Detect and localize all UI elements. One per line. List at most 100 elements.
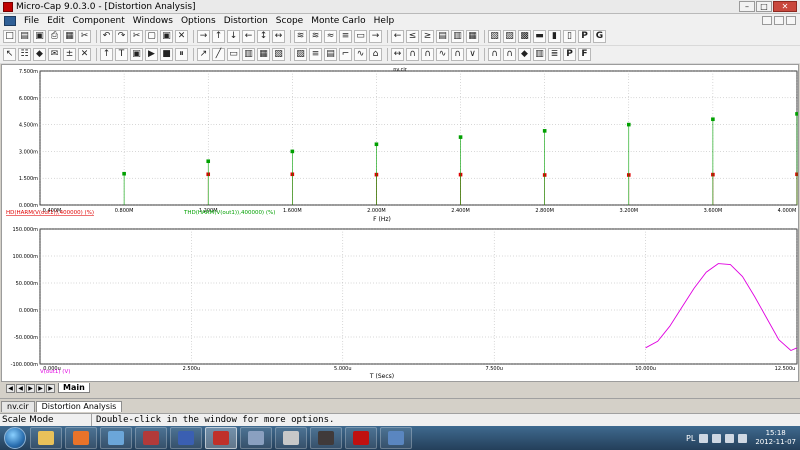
- analysis-toolbar-tool-icon[interactable]: ▣: [130, 48, 143, 61]
- main-toolbar-letter-button[interactable]: G: [593, 30, 606, 43]
- main-toolbar-tool-icon[interactable]: ↓: [227, 30, 240, 43]
- taskbar-app-floppy[interactable]: [170, 427, 202, 449]
- analysis-toolbar-tool-icon[interactable]: ▥: [242, 48, 255, 61]
- analysis-toolbar-tool-icon[interactable]: ≣: [548, 48, 561, 61]
- taskbar-app-network[interactable]: [100, 427, 132, 449]
- doc-tab-nv-cir[interactable]: nv.cir: [1, 401, 35, 412]
- analysis-toolbar-letter-button[interactable]: F: [578, 48, 591, 61]
- analysis-toolbar-tool-icon[interactable]: ±: [63, 48, 76, 61]
- main-toolbar-tool-icon[interactable]: ↔: [272, 30, 285, 43]
- title-bar[interactable]: Micro-Cap 9.0.3.0 - [Distortion Analysis…: [0, 0, 800, 14]
- analysis-toolbar-tool-icon[interactable]: ■: [160, 48, 173, 61]
- main-toolbar-tool-icon[interactable]: ≤: [406, 30, 419, 43]
- main-toolbar-tool-icon[interactable]: ▭: [354, 30, 367, 43]
- menu-help[interactable]: Help: [370, 16, 399, 26]
- main-toolbar-tool-icon[interactable]: ✕: [175, 30, 188, 43]
- tray-volume-icon[interactable]: [738, 433, 748, 443]
- document-icon[interactable]: [4, 16, 16, 26]
- analysis-toolbar-tool-icon[interactable]: ✕: [78, 48, 91, 61]
- analysis-toolbar-tool-icon[interactable]: ✉: [48, 48, 61, 61]
- data-point[interactable]: [711, 117, 715, 122]
- analysis-toolbar-tool-icon[interactable]: ↖: [3, 48, 16, 61]
- menu-file[interactable]: File: [20, 16, 43, 26]
- analysis-toolbar-tool-icon[interactable]: ▧: [272, 48, 285, 61]
- main-toolbar-tool-icon[interactable]: ↑: [212, 30, 225, 43]
- main-toolbar-tool-icon[interactable]: ▬: [533, 30, 546, 43]
- main-toolbar-tool-icon[interactable]: ▤: [18, 30, 31, 43]
- main-toolbar-tool-icon[interactable]: ⎙: [48, 30, 61, 43]
- next-page-button[interactable]: ▶: [26, 383, 35, 393]
- analysis-toolbar-tool-icon[interactable]: ∩: [488, 48, 501, 61]
- analysis-toolbar-letter-button[interactable]: P: [563, 48, 576, 61]
- analysis-toolbar-tool-icon[interactable]: ∩: [406, 48, 419, 61]
- analysis-toolbar-tool-icon[interactable]: ⌂: [369, 48, 382, 61]
- previous-page-button[interactable]: ◀: [16, 383, 25, 393]
- main-toolbar-tool-icon[interactable]: ≋: [309, 30, 322, 43]
- analysis-toolbar-tool-icon[interactable]: T: [115, 48, 128, 61]
- taskbar-app-window[interactable]: [380, 427, 412, 449]
- analysis-toolbar-tool-icon[interactable]: ╱: [212, 48, 225, 61]
- analysis-toolbar-tool-icon[interactable]: ↗: [197, 48, 210, 61]
- main-toolbar-tool-icon[interactable]: ▧: [488, 30, 501, 43]
- minimize-button[interactable]: –: [739, 1, 755, 12]
- menu-component[interactable]: Component: [69, 16, 129, 26]
- main-toolbar-tool-icon[interactable]: ✂: [130, 30, 143, 43]
- microcap-app-icon[interactable]: [3, 1, 13, 12]
- main-toolbar-tool-icon[interactable]: ▨: [503, 30, 516, 43]
- data-point[interactable]: [542, 129, 547, 133]
- main-toolbar-tool-icon[interactable]: ✂: [78, 30, 91, 43]
- taskbar-app-book[interactable]: [310, 427, 342, 449]
- main-toolbar-tool-icon[interactable]: ↶: [100, 30, 113, 43]
- main-toolbar-tool-icon[interactable]: ←: [242, 30, 255, 43]
- menu-options[interactable]: Options: [177, 16, 220, 26]
- taskbar-app-folder[interactable]: [30, 427, 62, 449]
- menu-monte-carlo[interactable]: Monte Carlo: [307, 16, 369, 26]
- data-point[interactable]: [290, 149, 295, 154]
- main-toolbar-tool-icon[interactable]: ←: [391, 30, 404, 43]
- data-point[interactable]: [374, 142, 379, 147]
- start-button[interactable]: [4, 427, 26, 449]
- main-toolbar-tool-icon[interactable]: ▣: [33, 30, 46, 43]
- document-close-button[interactable]: [786, 16, 796, 25]
- page-tab-main[interactable]: Main: [58, 383, 90, 393]
- analysis-toolbar-tool-icon[interactable]: ◆: [518, 48, 531, 61]
- main-toolbar-tool-icon[interactable]: ▩: [518, 30, 531, 43]
- main-toolbar-tool-icon[interactable]: →: [369, 30, 382, 43]
- tray-flag-icon[interactable]: [712, 433, 722, 443]
- main-toolbar-tool-icon[interactable]: ▣: [160, 30, 173, 43]
- menu-windows[interactable]: Windows: [129, 16, 177, 26]
- analysis-toolbar-tool-icon[interactable]: ∿: [354, 48, 367, 61]
- distortion-plots[interactable]: nv.cir 7.500m6.000m4.500m3.000m1.500m0.0…: [2, 65, 799, 381]
- analysis-toolbar-tool-icon[interactable]: ∩: [503, 48, 516, 61]
- analysis-toolbar-tool-icon[interactable]: ▨: [294, 48, 307, 61]
- analysis-toolbar-tool-icon[interactable]: ↔: [391, 48, 404, 61]
- main-toolbar-tool-icon[interactable]: ▮: [548, 30, 561, 43]
- main-toolbar-tool-icon[interactable]: ▢: [145, 30, 158, 43]
- clock[interactable]: 15:18 2012-11-07: [755, 429, 796, 447]
- document-minimize-button[interactable]: [762, 16, 772, 25]
- main-toolbar-tool-icon[interactable]: ↕: [257, 30, 270, 43]
- taskbar-app-archive[interactable]: [135, 427, 167, 449]
- analysis-toolbar-tool-icon[interactable]: ▤: [324, 48, 337, 61]
- analysis-toolbar-tool-icon[interactable]: ▦: [257, 48, 270, 61]
- analysis-toolbar-tool-icon[interactable]: ∩: [421, 48, 434, 61]
- main-toolbar-tool-icon[interactable]: ▯: [563, 30, 576, 43]
- end-page-button[interactable]: ▶: [46, 383, 55, 393]
- legend-vout1[interactable]: V(out1) (V): [40, 369, 70, 375]
- main-toolbar-letter-button[interactable]: P: [578, 30, 591, 43]
- analysis-toolbar-tool-icon[interactable]: ▭: [227, 48, 240, 61]
- main-toolbar-tool-icon[interactable]: →: [197, 30, 210, 43]
- main-toolbar-tool-icon[interactable]: ≋: [294, 30, 307, 43]
- main-toolbar-tool-icon[interactable]: □: [3, 30, 16, 43]
- main-toolbar-tool-icon[interactable]: ↷: [115, 30, 128, 43]
- taskbar-app-pdf[interactable]: [345, 427, 377, 449]
- main-toolbar-tool-icon[interactable]: ▤: [436, 30, 449, 43]
- tray-arrow-icon[interactable]: [699, 433, 709, 443]
- maximize-button[interactable]: □: [756, 1, 772, 12]
- main-toolbar-tool-icon[interactable]: ▥: [451, 30, 464, 43]
- language-indicator[interactable]: PL: [686, 434, 695, 443]
- taskbar-app-firefox[interactable]: [65, 427, 97, 449]
- first-page-button[interactable]: ◀: [6, 383, 15, 393]
- analysis-toolbar-tool-icon[interactable]: ▶: [145, 48, 158, 61]
- analysis-toolbar-tool-icon[interactable]: ∨: [466, 48, 479, 61]
